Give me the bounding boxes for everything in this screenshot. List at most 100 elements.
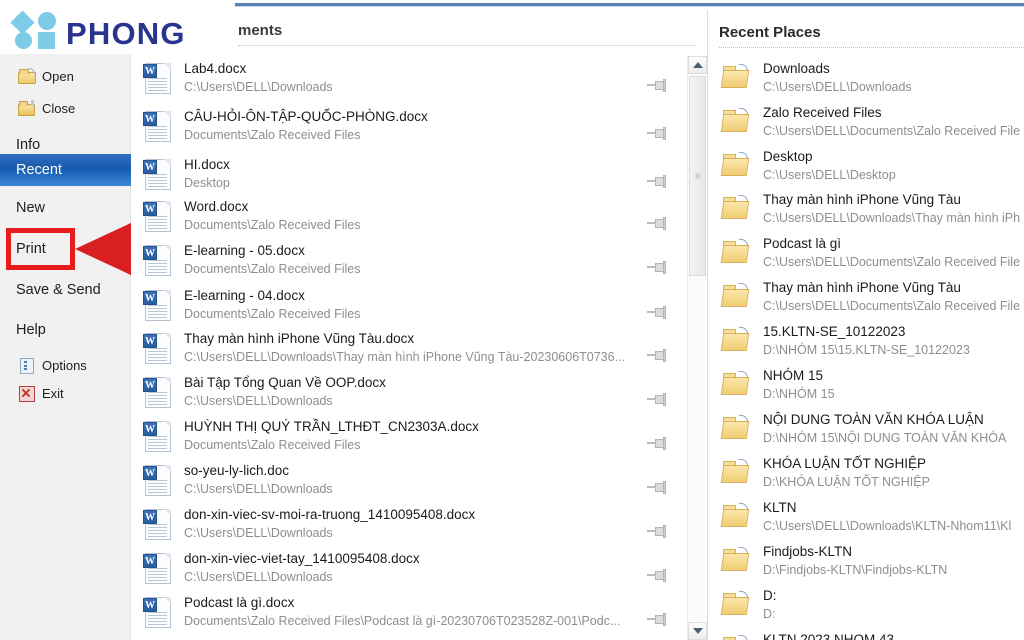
- place-path: C:\Users\DELL\Desktop: [763, 168, 896, 182]
- pin-icon[interactable]: [647, 522, 669, 542]
- place-name: Zalo Received Files: [763, 105, 882, 120]
- document-row[interactable]: W don-xin-viec-viet-tay_1410095408.docx …: [131, 546, 687, 594]
- place-row[interactable]: Zalo Received Files C:\Users\DELL\Docume…: [708, 100, 1024, 148]
- pin-icon[interactable]: [647, 303, 669, 323]
- place-name: Thay màn hình iPhone Vũng Tàu: [763, 192, 961, 207]
- place-row[interactable]: KHÓA LUẬN TỐT NGHIỆP D:\KHÓA LUẬN TỐT NG…: [708, 451, 1024, 499]
- logo-circle-bottom-icon: [15, 32, 32, 49]
- sidebar-item-label: Open: [42, 68, 74, 84]
- recent-places-list[interactable]: Downloads C:\Users\DELL\Downloads Zalo R…: [708, 54, 1024, 640]
- place-row[interactable]: Podcast là gì C:\Users\DELL\Documents\Za…: [708, 231, 1024, 279]
- sidebar-item-close[interactable]: Close: [0, 94, 131, 122]
- place-name: Findjobs-KLTN: [763, 544, 853, 559]
- folder-icon: [720, 547, 754, 577]
- word-document-icon: W: [143, 596, 173, 630]
- word-document-icon: W: [143, 158, 173, 192]
- pin-icon[interactable]: [647, 124, 669, 144]
- place-path: D:\NHÓM 15\NỘI DUNG TOÀN VĂN KHÓA: [763, 431, 1007, 445]
- sidebar-item-open[interactable]: Open: [0, 62, 131, 90]
- document-path: C:\Users\DELL\Downloads: [184, 570, 333, 584]
- grip-icon: [695, 173, 700, 179]
- pin-icon[interactable]: [647, 390, 669, 410]
- document-row[interactable]: W E-learning - 04.docx Documents\Zalo Re…: [131, 283, 687, 331]
- document-row[interactable]: W Lab4.docx C:\Users\DELL\Downloads: [131, 56, 687, 104]
- scrollbar-thumb[interactable]: [689, 76, 706, 276]
- top-accent-rule-thin: [235, 6, 1024, 7]
- word-document-icon: W: [143, 110, 173, 144]
- document-name: don-xin-viec-sv-moi-ra-truong_1410095408…: [184, 507, 476, 522]
- document-path: Documents\Zalo Received Files: [184, 128, 361, 142]
- place-row[interactable]: Findjobs-KLTN D:\Findjobs-KLTN\Findjobs-…: [708, 539, 1024, 587]
- place-name: D:: [763, 588, 777, 603]
- folder-icon: [720, 327, 754, 357]
- document-row[interactable]: W Thay màn hình iPhone Vũng Tàu.docx: [131, 634, 687, 640]
- place-row[interactable]: Thay màn hình iPhone Vũng Tàu C:\Users\D…: [708, 275, 1024, 323]
- place-row[interactable]: KLTN C:\Users\DELL\Downloads\KLTN-Nhom11…: [708, 495, 1024, 543]
- chevron-down-icon: [692, 628, 703, 634]
- logo-square-icon: [38, 32, 55, 49]
- exit-icon: [18, 385, 35, 402]
- recent-places-title: Recent Places: [719, 24, 821, 41]
- logo-circle-top-icon: [38, 12, 56, 30]
- sidebar-item-new[interactable]: New: [0, 194, 131, 222]
- folder-icon: [720, 108, 754, 138]
- sidebar-item-save-and-send[interactable]: Save & Send: [0, 276, 131, 304]
- folder-icon: [720, 371, 754, 401]
- place-row[interactable]: Desktop C:\Users\DELL\Desktop: [708, 144, 1024, 192]
- sidebar-item-label: Close: [42, 100, 76, 116]
- document-row[interactable]: W HI.docx Desktop: [131, 152, 687, 200]
- pin-icon[interactable]: [647, 610, 669, 630]
- pin-icon[interactable]: [647, 566, 669, 586]
- place-path: C:\Users\DELL\Documents\Zalo Received Fi…: [763, 255, 1021, 269]
- place-row[interactable]: D: D:: [708, 583, 1024, 631]
- recent-documents-list[interactable]: W Lab4.docx C:\Users\DELL\Downloads W CÂ…: [131, 54, 687, 640]
- file-backstage-screen: PHONG VU ments Open Close Info Recent Ne…: [0, 0, 1024, 640]
- document-path: Documents\Zalo Received Files\Podcast là…: [184, 614, 621, 628]
- folder-icon: [720, 239, 754, 269]
- place-row[interactable]: NHÓM 15 D:\NHÓM 15: [708, 363, 1024, 411]
- place-row[interactable]: KLTN 2023 NHOM 43: [708, 627, 1024, 640]
- sidebar-item-help[interactable]: Help: [0, 316, 131, 344]
- document-row[interactable]: W CÂU-HỎI-ÔN-TẬP-QUỐC-PHÒNG.docx Documen…: [131, 104, 687, 152]
- sidebar-item-exit[interactable]: Exit: [0, 379, 131, 407]
- place-name: Thay màn hình iPhone Vũng Tàu: [763, 280, 961, 295]
- place-name: 15.KLTN-SE_10122023: [763, 324, 906, 339]
- document-row[interactable]: W Thay màn hình iPhone Vũng Tàu.docx C:\…: [131, 326, 687, 374]
- folder-icon: [720, 591, 754, 621]
- folder-icon: [720, 415, 754, 445]
- document-path: Documents\Zalo Received Files: [184, 307, 361, 321]
- pin-icon[interactable]: [647, 478, 669, 498]
- document-row[interactable]: W Bài Tập Tổng Quan Về OOP.docx C:\Users…: [131, 370, 687, 418]
- documents-scrollbar[interactable]: [687, 56, 707, 640]
- document-row[interactable]: W E-learning - 05.docx Documents\Zalo Re…: [131, 238, 687, 286]
- place-row[interactable]: Thay màn hình iPhone Vũng Tàu C:\Users\D…: [708, 187, 1024, 235]
- place-row[interactable]: Downloads C:\Users\DELL\Downloads: [708, 56, 1024, 104]
- place-row[interactable]: NỘI DUNG TOÀN VĂN KHÓA LUẬN D:\NHÓM 15\N…: [708, 407, 1024, 455]
- pin-icon[interactable]: [647, 76, 669, 96]
- document-path: C:\Users\DELL\Downloads: [184, 526, 333, 540]
- place-path: C:\Users\DELL\Downloads: [763, 80, 912, 94]
- document-row[interactable]: W Word.docx Documents\Zalo Received File…: [131, 194, 687, 242]
- pin-icon[interactable]: [647, 258, 669, 278]
- recent-places-underline: [719, 47, 1024, 48]
- sidebar-item-label: Info: [16, 137, 41, 153]
- place-path: D:: [763, 607, 776, 621]
- document-row[interactable]: W HUỲNH THỊ QUÝ TRẦN_LTHĐT_CN2303A.docx …: [131, 414, 687, 462]
- place-name: KLTN 2023 NHOM 43: [763, 632, 895, 640]
- folder-icon: [720, 459, 754, 489]
- scroll-up-button[interactable]: [688, 56, 707, 74]
- place-row[interactable]: 15.KLTN-SE_10122023 D:\NHÓM 15\15.KLTN-S…: [708, 319, 1024, 367]
- pin-icon[interactable]: [647, 214, 669, 234]
- document-row[interactable]: W don-xin-viec-sv-moi-ra-truong_14100954…: [131, 502, 687, 550]
- document-path: C:\Users\DELL\Downloads: [184, 482, 333, 496]
- pin-icon[interactable]: [647, 172, 669, 192]
- document-row[interactable]: W Podcast là gì.docx Documents\Zalo Rece…: [131, 590, 687, 638]
- pin-icon[interactable]: [647, 346, 669, 366]
- sidebar-item-label: Help: [16, 322, 46, 338]
- pin-icon[interactable]: [647, 434, 669, 454]
- word-document-icon: W: [143, 508, 173, 542]
- scroll-down-button[interactable]: [688, 622, 707, 640]
- document-name: HUỲNH THỊ QUÝ TRẦN_LTHĐT_CN2303A.docx: [184, 419, 479, 434]
- document-row[interactable]: W so-yeu-ly-lich.doc C:\Users\DELL\Downl…: [131, 458, 687, 506]
- sidebar-item-options[interactable]: Options: [0, 351, 131, 379]
